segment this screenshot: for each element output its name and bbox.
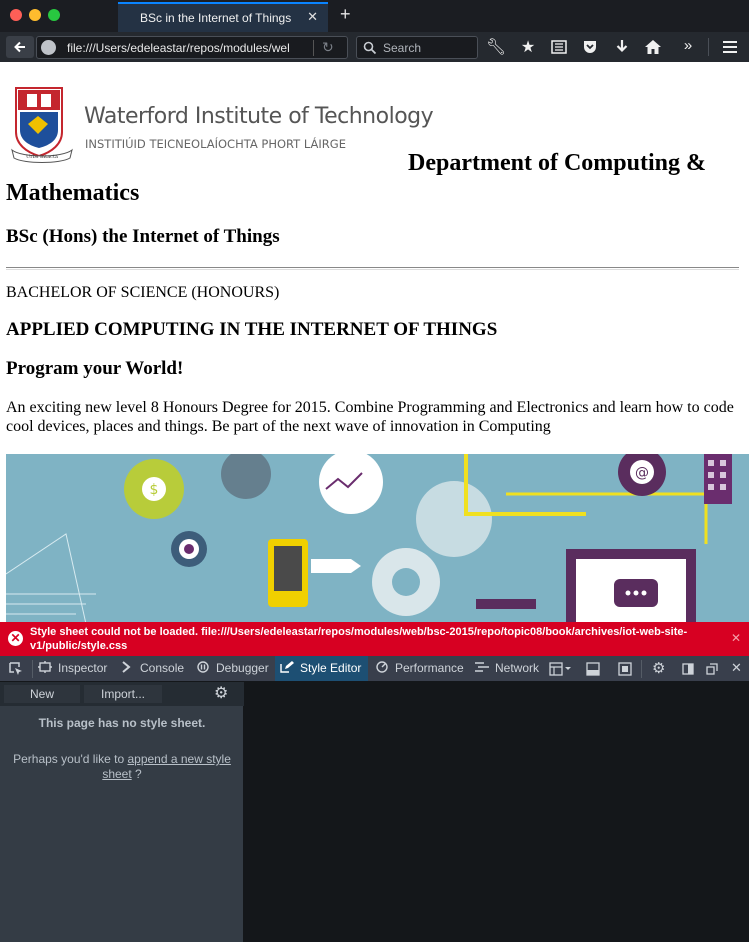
responsive-design-icon[interactable] [586,662,600,676]
tab-network[interactable]: Network [475,656,543,681]
more-tools-dropdown-icon[interactable] [549,662,573,676]
debugger-icon [197,661,209,673]
home-icon[interactable] [642,39,664,55]
style-editor-options-gear-icon[interactable]: ⚙ [214,683,228,703]
style-editor-icon [280,661,294,673]
append-suggestion: Perhaps you'd like to append a new style… [10,752,234,782]
tab-close-icon[interactable]: ✕ [307,9,318,25]
url-text[interactable]: file:///Users/edeleastar/repos/modules/w… [67,41,289,55]
undock-window-icon[interactable] [706,663,718,675]
bachelor-text: BACHELOR OF SCIENCE (HONOURS) [6,284,280,301]
svg-text:Urbs Intacta: Urbs Intacta [26,154,58,160]
degree-title: BSc (Hons) the Internet of Things [6,226,280,247]
institute-irish-name: INSTITIÚID TEICNEOLAÍOCHTA PHORT LÁIRGE [85,137,346,151]
toolbar-divider [32,660,33,678]
tab-console[interactable]: Console [120,656,188,681]
performance-icon [376,661,388,673]
no-stylesheet-message: This page has no style sheet. [38,716,206,730]
tab-inspector[interactable]: Inspector [38,656,114,681]
error-icon: ✕ [8,631,23,646]
navigation-toolbar: file:///Users/edeleastar/repos/modules/w… [0,32,749,62]
new-stylesheet-button[interactable]: New [4,685,80,703]
window-close-button[interactable] [10,9,22,21]
pocket-icon[interactable] [579,39,601,55]
devtools-close-icon[interactable]: ✕ [731,660,742,676]
overflow-chevrons-icon[interactable]: » [677,37,699,54]
back-button[interactable] [6,36,34,58]
console-icon [122,661,131,673]
tab-inspector-label: Inspector [58,661,108,675]
tab-performance[interactable]: Performance [375,656,467,681]
sidebar-toolbar: New Import... ⚙ [0,682,244,706]
bookmark-star-icon[interactable]: ★ [517,37,539,57]
tab-style-editor-label: Style Editor [300,661,362,675]
devtools-settings-gear-icon[interactable]: ⚙ [652,659,665,677]
new-tab-button[interactable]: + [340,4,351,25]
globe-icon [41,40,56,55]
description-paragraph: An exciting new level 8 Honours Degree f… [6,399,734,435]
style-editor-pane[interactable] [244,682,749,942]
tab-console-label: Console [140,661,185,675]
tab-title: BSc in the Internet of Things [140,11,292,25]
toolbar-divider [708,38,709,56]
error-close-icon[interactable]: ✕ [731,631,741,645]
window-minimize-button[interactable] [29,9,41,21]
tab-network-label: Network [495,661,540,675]
department-heading-line1: Department of Computing & [408,150,706,176]
append-suggestion-suffix: ? [131,767,142,781]
svg-text:$: $ [150,482,159,498]
import-stylesheet-button[interactable]: Import... [84,685,162,703]
scratchpad-icon[interactable] [618,662,632,676]
wrench-icon[interactable]: 🔧︎ [485,37,507,57]
institute-name: Waterford Institute of Technology [84,104,434,129]
error-message: Style sheet could not be loaded. file://… [30,626,688,652]
applied-heading: APPLIED COMPUTING IN THE INTERNET OF THI… [6,319,498,340]
style-sheets-sidebar: New Import... ⚙ This page has no style s… [0,682,244,942]
inspector-icon [38,661,52,673]
element-picker-icon[interactable] [9,662,23,676]
dock-side-icon[interactable] [682,663,694,675]
reading-list-icon[interactable] [548,40,570,54]
tab-debugger[interactable]: Debugger [196,656,272,681]
url-bar[interactable]: file:///Users/edeleastar/repos/modules/w… [36,36,348,59]
network-icon [475,662,489,672]
horizontal-rule [6,267,739,270]
append-suggestion-prefix: Perhaps you'd like to [13,752,128,766]
iot-illustration-banner: $ @ [6,454,749,622]
svg-text:@: @ [635,465,649,481]
search-icon [363,41,377,55]
stylesheet-error-bar: ✕ Style sheet could not be loaded. file:… [0,622,749,656]
tab-debugger-label: Debugger [216,661,269,675]
page-content: Urbs Intacta Waterford Institute of Tech… [0,62,749,622]
devtools-toolbar: Inspector Console Debugger Style Editor … [0,656,749,682]
wit-crest-logo: Urbs Intacta [10,84,74,168]
tab-performance-label: Performance [395,661,464,675]
search-placeholder: Search [383,41,422,55]
search-bar[interactable]: Search [356,36,478,59]
title-bar: BSc in the Internet of Things ✕ + [0,0,749,32]
toolbar-divider [641,660,642,678]
department-heading-line2: Mathematics [6,180,140,206]
download-icon[interactable] [611,39,633,55]
browser-tab[interactable]: BSc in the Internet of Things ✕ [118,2,328,32]
menu-hamburger-icon[interactable] [719,40,741,54]
tab-style-editor[interactable]: Style Editor [275,656,368,681]
program-heading: Program your World! [6,358,184,379]
window-maximize-button[interactable] [48,9,60,21]
url-separator [313,40,314,56]
reload-icon[interactable]: ↻ [322,39,334,56]
back-arrow-icon [14,41,25,53]
